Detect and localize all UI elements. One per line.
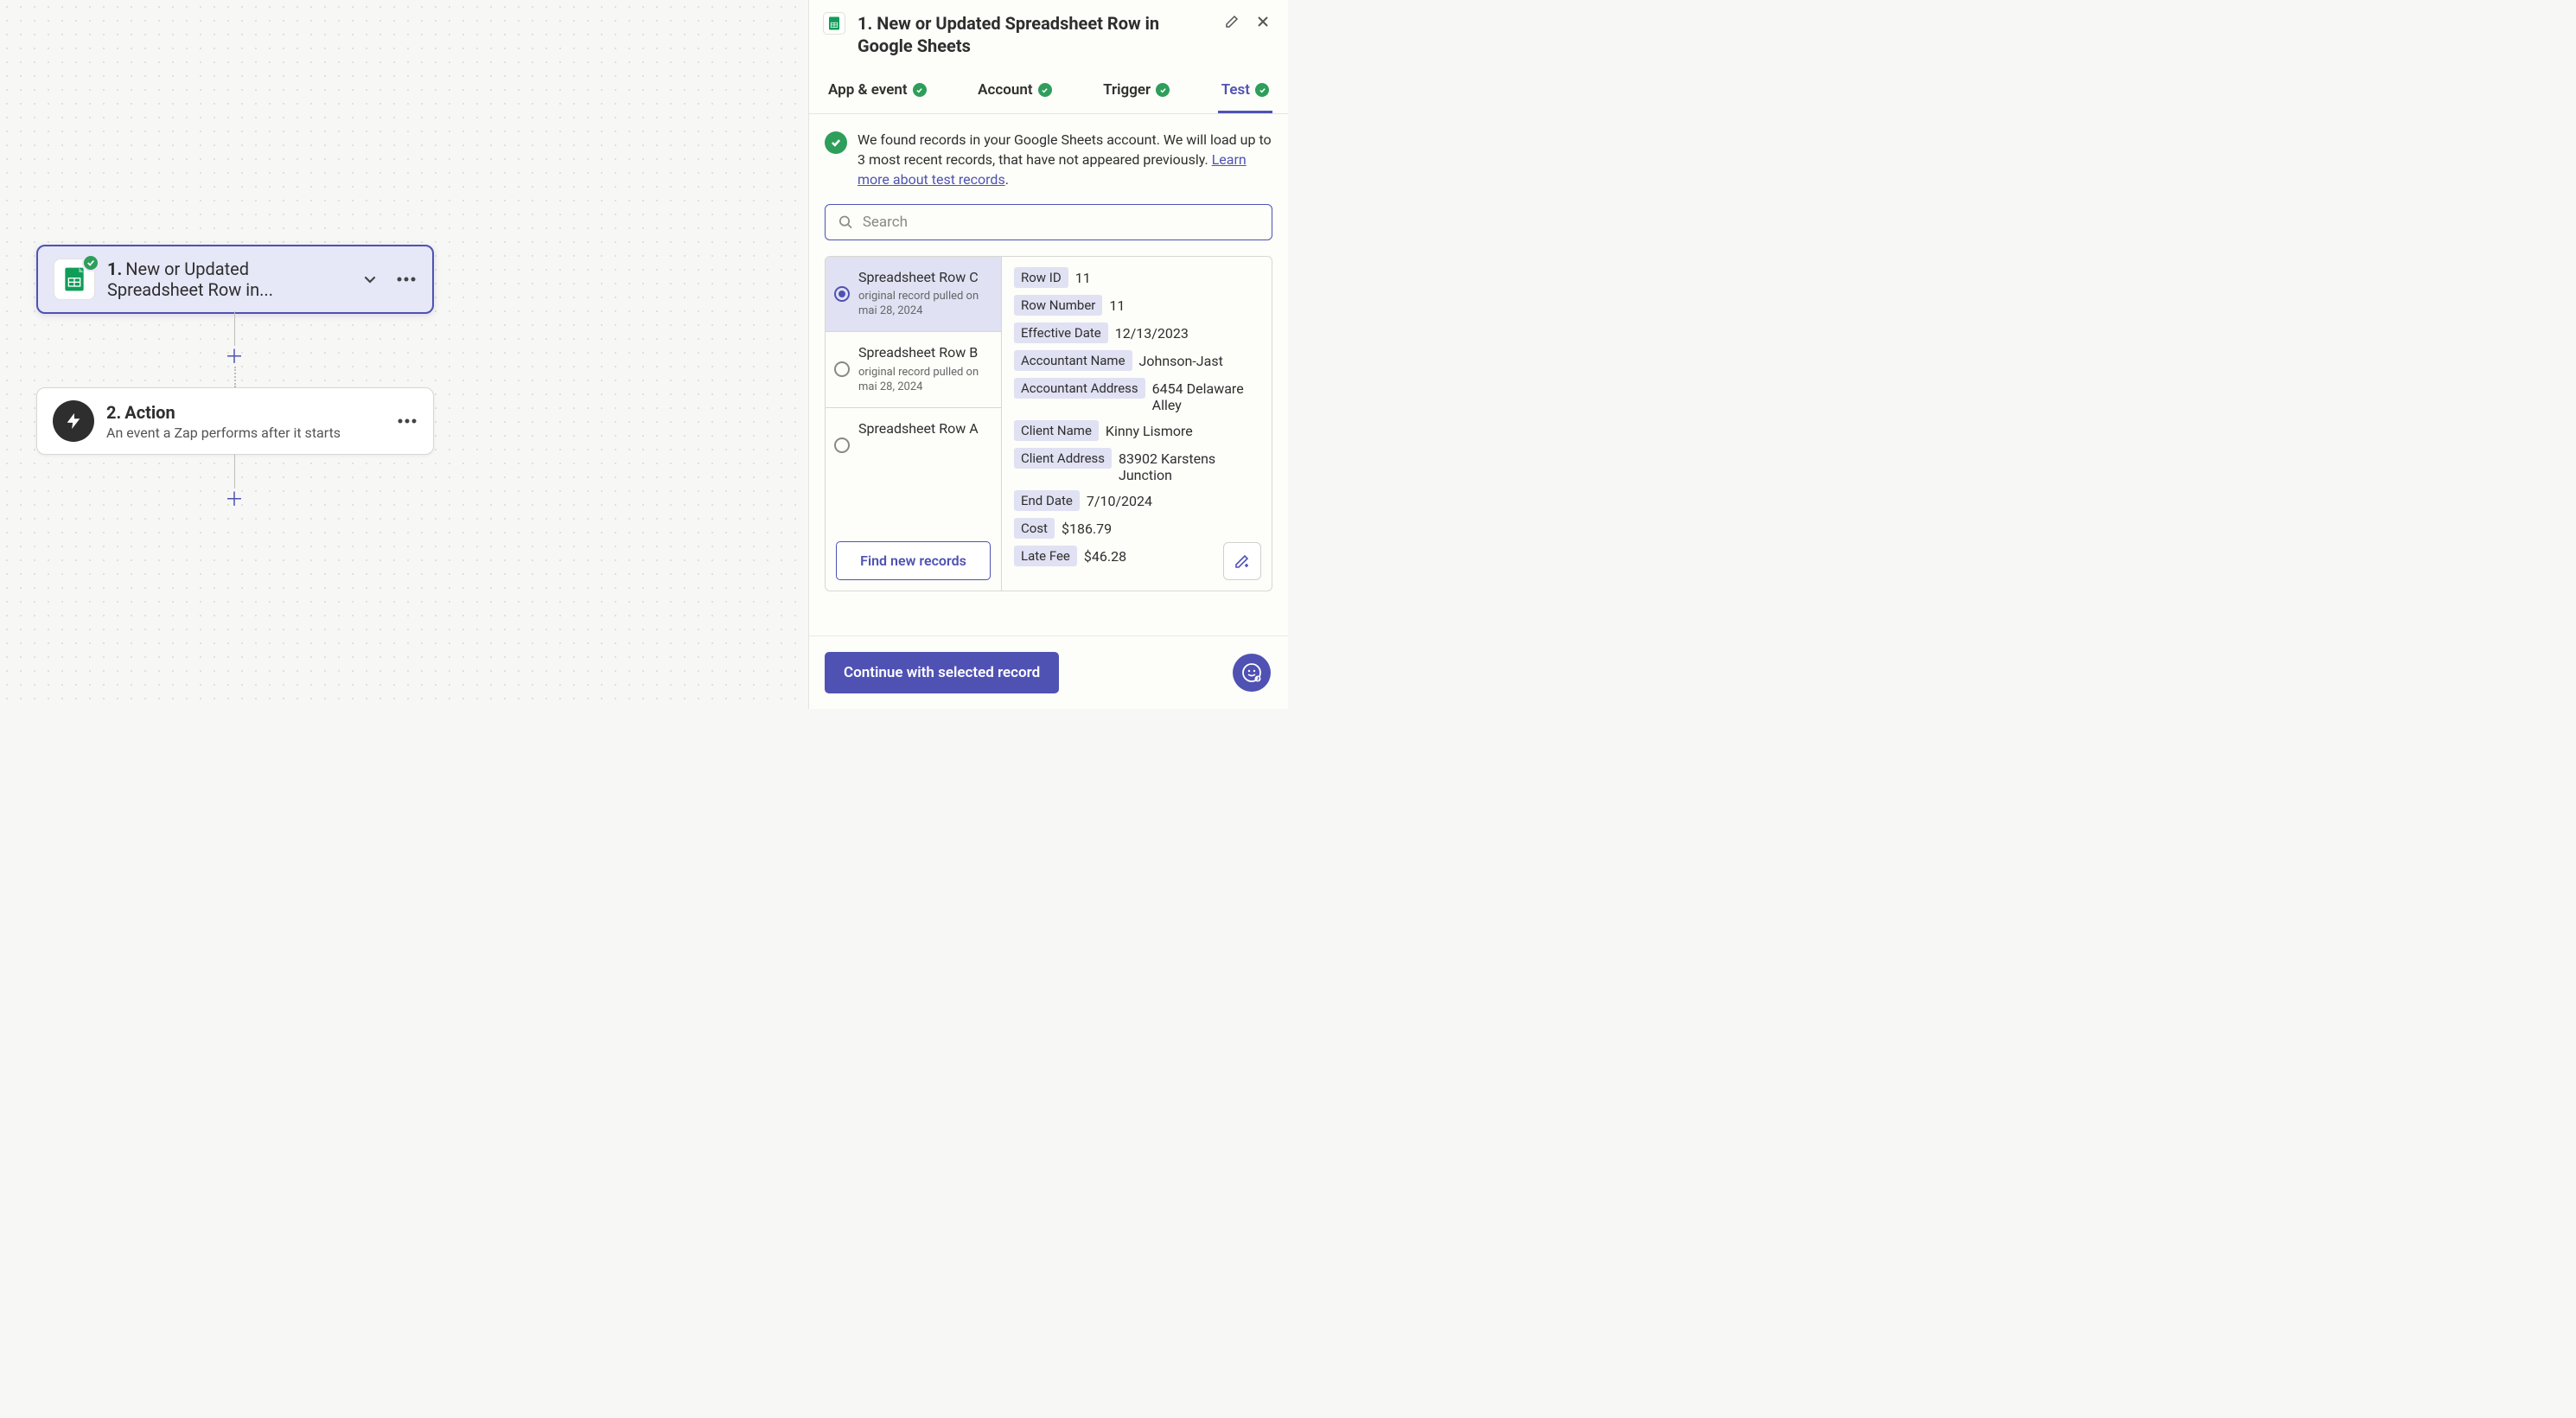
action-flash-icon xyxy=(53,400,94,442)
panel-footer: Continue with selected record xyxy=(809,636,1288,709)
record-item[interactable]: Spreadsheet Row B original record pulled… xyxy=(826,332,1001,408)
connector-dotted xyxy=(234,367,236,387)
step-trigger-title: New or Updated Spreadsheet Row in... xyxy=(107,259,273,300)
step-action-subtitle: An event a Zap performs after it starts xyxy=(106,425,385,441)
step-trigger-card[interactable]: 1. New or Updated Spreadsheet Row in... xyxy=(36,245,434,314)
help-fab-icon[interactable] xyxy=(1233,654,1271,692)
step-success-badge-icon xyxy=(82,254,99,271)
search-icon xyxy=(838,214,854,231)
record-details: Row ID11Row Number11Effective Date12/13/… xyxy=(1002,257,1272,591)
panel-tabs: App & event Account Trigger Test xyxy=(809,69,1288,114)
detail-value: $186.79 xyxy=(1062,518,1112,537)
detail-key: Client Name xyxy=(1014,420,1099,441)
tab-label: Trigger xyxy=(1103,81,1151,99)
google-sheets-app-icon xyxy=(54,259,95,300)
panel-title: 1. New or Updated Spreadsheet Row in Goo… xyxy=(858,12,1210,57)
detail-key: Accountant Address xyxy=(1014,378,1145,399)
info-text: We found records in your Google Sheets a… xyxy=(858,130,1272,190)
detail-value: 7/10/2024 xyxy=(1087,490,1152,509)
records-container: Spreadsheet Row C original record pulled… xyxy=(825,256,1272,591)
panel-header: 1. New or Updated Spreadsheet Row in Goo… xyxy=(809,0,1288,69)
tab-account[interactable]: Account xyxy=(974,69,1055,113)
detail-row: Client Address 83902 Karstens Junction xyxy=(1014,448,1259,483)
detail-key: Effective Date xyxy=(1014,323,1108,343)
find-new-records-button[interactable]: Find new records xyxy=(836,541,991,580)
connector-line xyxy=(234,454,235,489)
detail-value: Kinny Lismore xyxy=(1106,420,1193,439)
connector-line xyxy=(234,311,235,346)
step-action-card[interactable]: 2. Action An event a Zap performs after … xyxy=(36,387,434,455)
edit-data-button[interactable] xyxy=(1223,542,1261,580)
detail-key: Late Fee xyxy=(1014,546,1077,566)
add-step-button[interactable]: ＋ xyxy=(223,344,245,367)
record-sub: original record pulled on mai 28, 2024 xyxy=(858,290,991,319)
check-circle-icon xyxy=(1038,83,1052,97)
record-item[interactable]: Spreadsheet Row C original record pulled… xyxy=(826,257,1001,333)
detail-key: Row ID xyxy=(1014,267,1068,288)
step-trigger-num: 1. xyxy=(107,259,122,279)
step-action-title: Action xyxy=(124,402,175,423)
tab-test[interactable]: Test xyxy=(1218,69,1272,113)
detail-row: Accountant Name Johnson-Jast xyxy=(1014,350,1259,371)
record-item[interactable]: Spreadsheet Row A xyxy=(826,408,1001,465)
tab-label: App & event xyxy=(828,81,908,99)
detail-value: $46.28 xyxy=(1084,546,1126,565)
records-list: Spreadsheet Row C original record pulled… xyxy=(826,257,1002,591)
step-action-num: 2. xyxy=(106,402,121,423)
record-sub: original record pulled on mai 28, 2024 xyxy=(858,366,991,395)
record-name: Spreadsheet Row C xyxy=(858,269,991,287)
radio-selected-icon[interactable] xyxy=(834,286,850,302)
check-circle-icon xyxy=(1255,83,1269,97)
panel-body: We found records in your Google Sheets a… xyxy=(809,114,1288,636)
workflow-canvas[interactable]: 1. New or Updated Spreadsheet Row in... … xyxy=(0,0,808,709)
check-circle-icon xyxy=(913,83,927,97)
add-step-button[interactable]: ＋ xyxy=(223,487,245,509)
info-message: We found records in your Google Sheets a… xyxy=(825,130,1272,190)
google-sheets-icon xyxy=(823,12,845,35)
detail-row: Client Name Kinny Lismore xyxy=(1014,420,1259,441)
detail-row: Effective Date 12/13/2023 xyxy=(1014,323,1259,343)
step-trigger-text: 1. New or Updated Spreadsheet Row in... xyxy=(107,259,348,300)
record-name: Spreadsheet Row A xyxy=(858,420,991,438)
detail-row: Accountant Address 6454 Delaware Alley xyxy=(1014,378,1259,413)
detail-value: 12/13/2023 xyxy=(1115,323,1189,342)
radio-icon[interactable] xyxy=(834,438,850,453)
check-circle-icon xyxy=(825,131,847,154)
edit-pencil-icon[interactable] xyxy=(1222,12,1241,31)
detail-value: 83902 Karstens Junction xyxy=(1119,448,1259,483)
detail-row: Row Number 11 xyxy=(1014,295,1259,316)
detail-key: Row Number xyxy=(1014,295,1102,316)
detail-key: Accountant Name xyxy=(1014,350,1132,371)
detail-row: Row ID 11 xyxy=(1014,267,1259,288)
detail-key: Client Address xyxy=(1014,448,1112,469)
detail-value: 11 xyxy=(1075,267,1091,286)
detail-key: Cost xyxy=(1014,518,1055,539)
radio-icon[interactable] xyxy=(834,361,850,377)
more-options-icon[interactable] xyxy=(396,269,417,290)
tab-label: Test xyxy=(1221,81,1250,99)
record-name: Spreadsheet Row B xyxy=(858,344,991,362)
detail-key: End Date xyxy=(1014,490,1080,511)
close-icon[interactable] xyxy=(1253,12,1272,31)
tab-label: Account xyxy=(978,81,1032,99)
tab-app-event[interactable]: App & event xyxy=(825,69,930,113)
tab-trigger[interactable]: Trigger xyxy=(1100,69,1173,113)
detail-row: End Date 7/10/2024 xyxy=(1014,490,1259,511)
detail-row: Cost $186.79 xyxy=(1014,518,1259,539)
detail-value: 11 xyxy=(1109,295,1125,314)
search-input[interactable] xyxy=(863,214,1259,231)
continue-button[interactable]: Continue with selected record xyxy=(825,652,1059,693)
search-field[interactable] xyxy=(825,204,1272,240)
detail-panel: 1. New or Updated Spreadsheet Row in Goo… xyxy=(808,0,1288,709)
more-options-icon[interactable] xyxy=(397,411,418,431)
detail-value: Johnson-Jast xyxy=(1139,350,1223,369)
check-circle-icon xyxy=(1156,83,1170,97)
chevron-down-icon[interactable] xyxy=(360,269,380,290)
detail-value: 6454 Delaware Alley xyxy=(1152,378,1259,413)
